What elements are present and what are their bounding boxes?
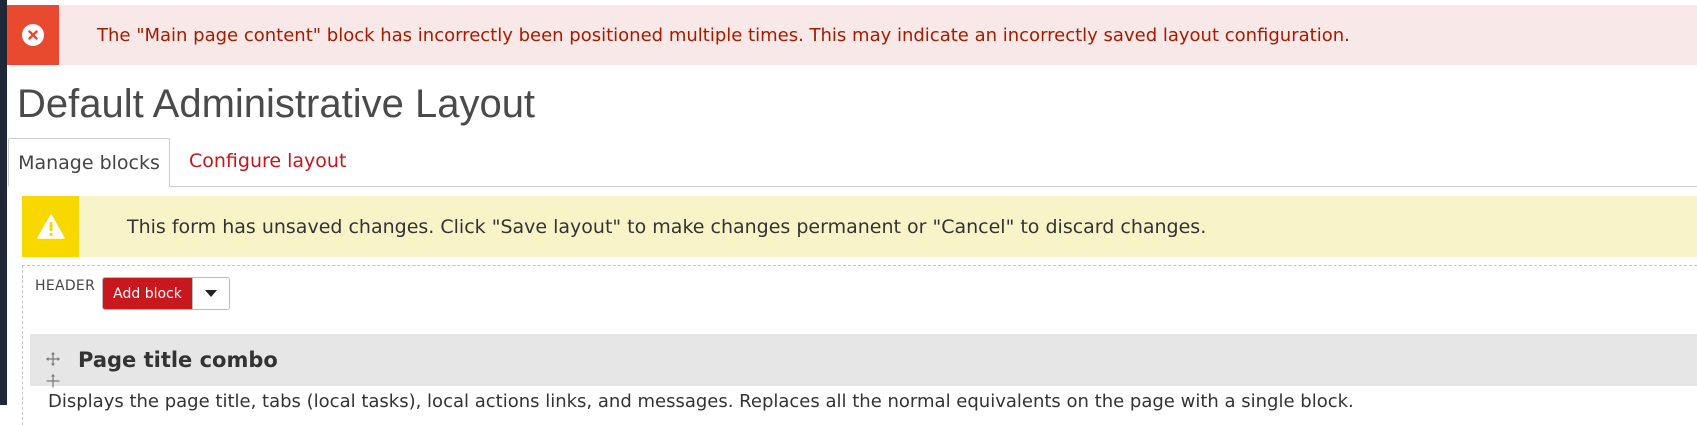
warning-triangle-icon	[36, 214, 65, 239]
block-title: Page title combo	[78, 348, 278, 372]
page-title: Default Administrative Layout	[17, 82, 536, 126]
error-icon-box	[7, 5, 59, 65]
warning-icon-box	[22, 196, 79, 257]
region-label-header: HEADER	[35, 278, 96, 294]
block-description: Displays the page title, tabs (local tas…	[48, 391, 1354, 412]
error-message-text: The "Main page content" block has incorr…	[97, 24, 1350, 46]
add-block-button[interactable]: Add block	[103, 278, 192, 309]
add-block-dropbutton: Add block	[102, 277, 230, 310]
drag-handle-icon[interactable]	[46, 352, 60, 388]
error-message: The "Main page content" block has incorr…	[7, 5, 1697, 65]
admin-side-rail	[0, 0, 7, 405]
dropbutton-toggle[interactable]	[192, 278, 229, 309]
error-x-circle-icon	[22, 24, 44, 46]
caret-down-icon	[205, 290, 217, 297]
block-header: Page title combo	[30, 334, 1697, 388]
tab-configure-layout[interactable]: Configure layout	[189, 150, 346, 172]
warning-message-text: This form has unsaved changes. Click "Sa…	[127, 215, 1207, 238]
tabs-divider	[8, 186, 1697, 187]
warning-message: This form has unsaved changes. Click "Sa…	[22, 196, 1697, 257]
tab-manage-blocks[interactable]: Manage blocks	[8, 138, 170, 187]
